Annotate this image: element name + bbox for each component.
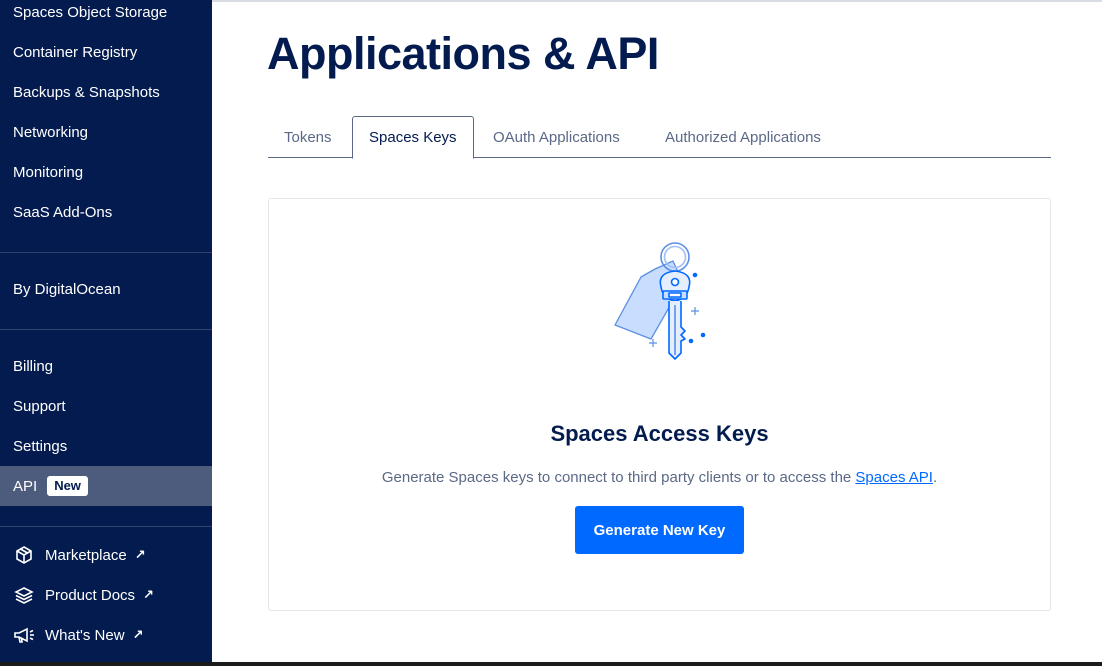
empty-state-description: Generate Spaces keys to connect to third… <box>269 469 1050 486</box>
sidebar-item-label: Spaces Object Storage <box>13 3 168 21</box>
tab-label: OAuth Applications <box>493 128 620 146</box>
sidebar-item-container-registry[interactable]: Container Registry <box>0 32 212 72</box>
tab-authorized-applications[interactable]: Authorized Applications <box>649 116 837 158</box>
sidebar-divider <box>0 252 212 253</box>
sidebar-item-spaces-object-storage[interactable]: Spaces Object Storage <box>0 0 212 32</box>
tab-bar: Tokens Spaces Keys OAuth Applications Au… <box>268 116 1051 159</box>
sidebar-item-saas-addons[interactable]: SaaS Add-Ons <box>0 192 212 232</box>
page-title: Applications & API <box>267 28 659 79</box>
key-icon <box>611 241 711 365</box>
sidebar-item-label: Product Docs <box>45 586 136 604</box>
sidebar-item-monitoring[interactable]: Monitoring <box>0 152 212 192</box>
sidebar-item-settings[interactable]: Settings <box>0 426 212 466</box>
sidebar-item-label: Monitoring <box>13 163 84 181</box>
external-link-icon: ↗ <box>143 587 154 602</box>
sidebar-item-label: Settings <box>13 437 68 455</box>
spaces-api-link[interactable]: Spaces API <box>855 469 933 486</box>
cube-icon <box>13 544 35 566</box>
empty-state-title: Spaces Access Keys <box>550 421 769 446</box>
sidebar-item-label: Billing <box>13 357 54 375</box>
main-content: Applications & API Tokens Spaces Keys OA… <box>212 0 1102 662</box>
description-text: Generate Spaces keys to connect to third… <box>381 469 856 486</box>
layers-icon <box>13 584 35 606</box>
sidebar-item-label: Support <box>13 397 66 415</box>
new-badge: New <box>47 476 88 496</box>
sidebar: Spaces Object Storage Container Registry… <box>0 0 212 662</box>
sidebar-item-api[interactable]: API New <box>0 466 212 506</box>
sidebar-item-label: Marketplace <box>45 546 127 564</box>
sidebar-item-label: By DigitalOcean <box>13 280 121 298</box>
tab-tokens[interactable]: Tokens <box>268 116 348 158</box>
external-link-icon: ↗ <box>134 547 146 562</box>
external-link-icon: ↗ <box>132 627 144 642</box>
megaphone-icon <box>13 624 35 646</box>
generate-new-key-button[interactable]: Generate New Key <box>575 506 744 554</box>
sidebar-item-backups-snapshots[interactable]: Backups & Snapshots <box>0 72 212 112</box>
sidebar-item-label: Backups & Snapshots <box>13 83 160 101</box>
tab-spaces-keys[interactable]: Spaces Keys <box>352 116 474 159</box>
sidebar-divider <box>0 329 212 330</box>
sidebar-item-label: SaaS Add-Ons <box>13 203 113 221</box>
description-suffix: . <box>932 469 938 486</box>
sidebar-divider <box>0 526 212 527</box>
sidebar-item-by-digitalocean[interactable]: By DigitalOcean <box>0 269 212 309</box>
tab-oauth-applications[interactable]: OAuth Applications <box>477 116 636 158</box>
sidebar-item-label: What's New <box>45 626 125 644</box>
sidebar-item-label: Container Registry <box>13 43 138 61</box>
sidebar-item-marketplace[interactable]: Marketplace ↗ <box>0 535 212 575</box>
sidebar-item-networking[interactable]: Networking <box>0 112 212 152</box>
sidebar-item-whats-new[interactable]: What's New ↗ <box>0 615 212 655</box>
sidebar-item-label: Networking <box>13 123 89 141</box>
sidebar-item-support[interactable]: Support <box>0 386 212 426</box>
spaces-keys-empty-state: Spaces Access Keys Generate Spaces keys … <box>268 198 1051 611</box>
tab-label: Tokens <box>284 128 332 146</box>
tab-label: Spaces Keys <box>369 129 457 146</box>
tab-label: Authorized Applications <box>665 128 821 146</box>
sidebar-item-label: API <box>13 477 38 495</box>
sidebar-item-product-docs[interactable]: Product Docs ↗ <box>0 575 212 615</box>
sidebar-item-billing[interactable]: Billing <box>0 346 212 386</box>
